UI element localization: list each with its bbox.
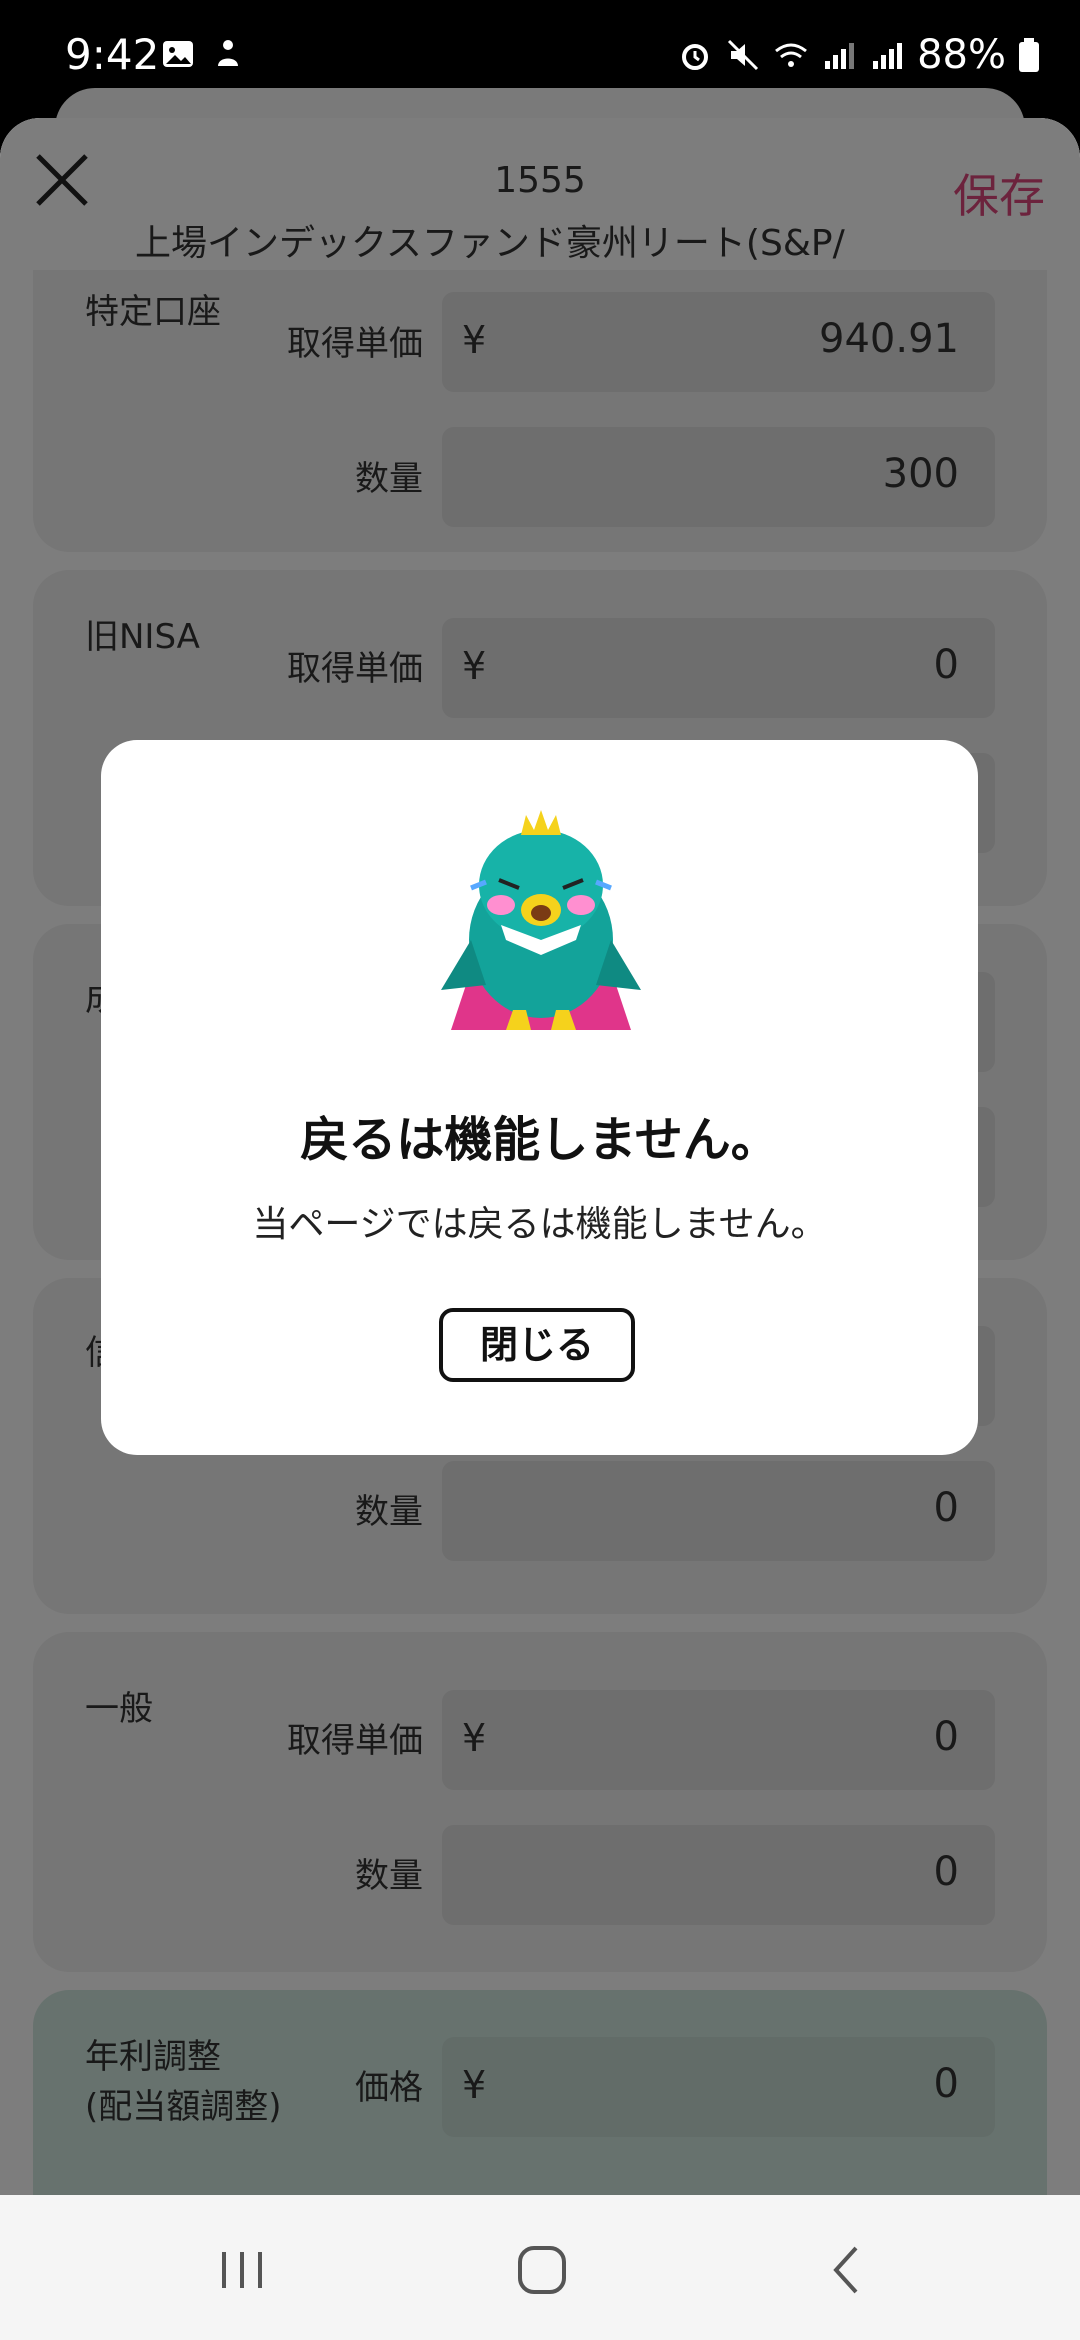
battery-icon	[1019, 38, 1039, 72]
signal-icon	[873, 43, 903, 69]
accessibility-icon	[218, 40, 238, 66]
mute-icon	[728, 39, 759, 71]
dialog-message: 当ページでは戻るは機能しません。	[252, 1204, 827, 1245]
alarm-icon	[682, 44, 709, 70]
dialog-title: 戻るは機能しません。	[300, 1112, 779, 1168]
bird-mascot-crying-icon	[441, 810, 641, 1030]
system-nav-bar	[0, 2195, 1080, 2340]
back-icon[interactable]	[818, 2240, 878, 2300]
wifi-icon	[775, 43, 808, 67]
alert-dialog: 戻るは機能しません。 当ページでは戻るは機能しません。 閉じる	[101, 740, 978, 1455]
image-icon	[163, 41, 193, 67]
home-icon[interactable]	[512, 2240, 572, 2300]
signal-icon	[825, 43, 855, 69]
status-time: 9:42	[65, 30, 160, 79]
recent-apps-icon[interactable]	[212, 2240, 272, 2300]
dialog-close-button[interactable]: 閉じる	[439, 1308, 635, 1382]
battery-percent: 88%	[917, 32, 1006, 78]
